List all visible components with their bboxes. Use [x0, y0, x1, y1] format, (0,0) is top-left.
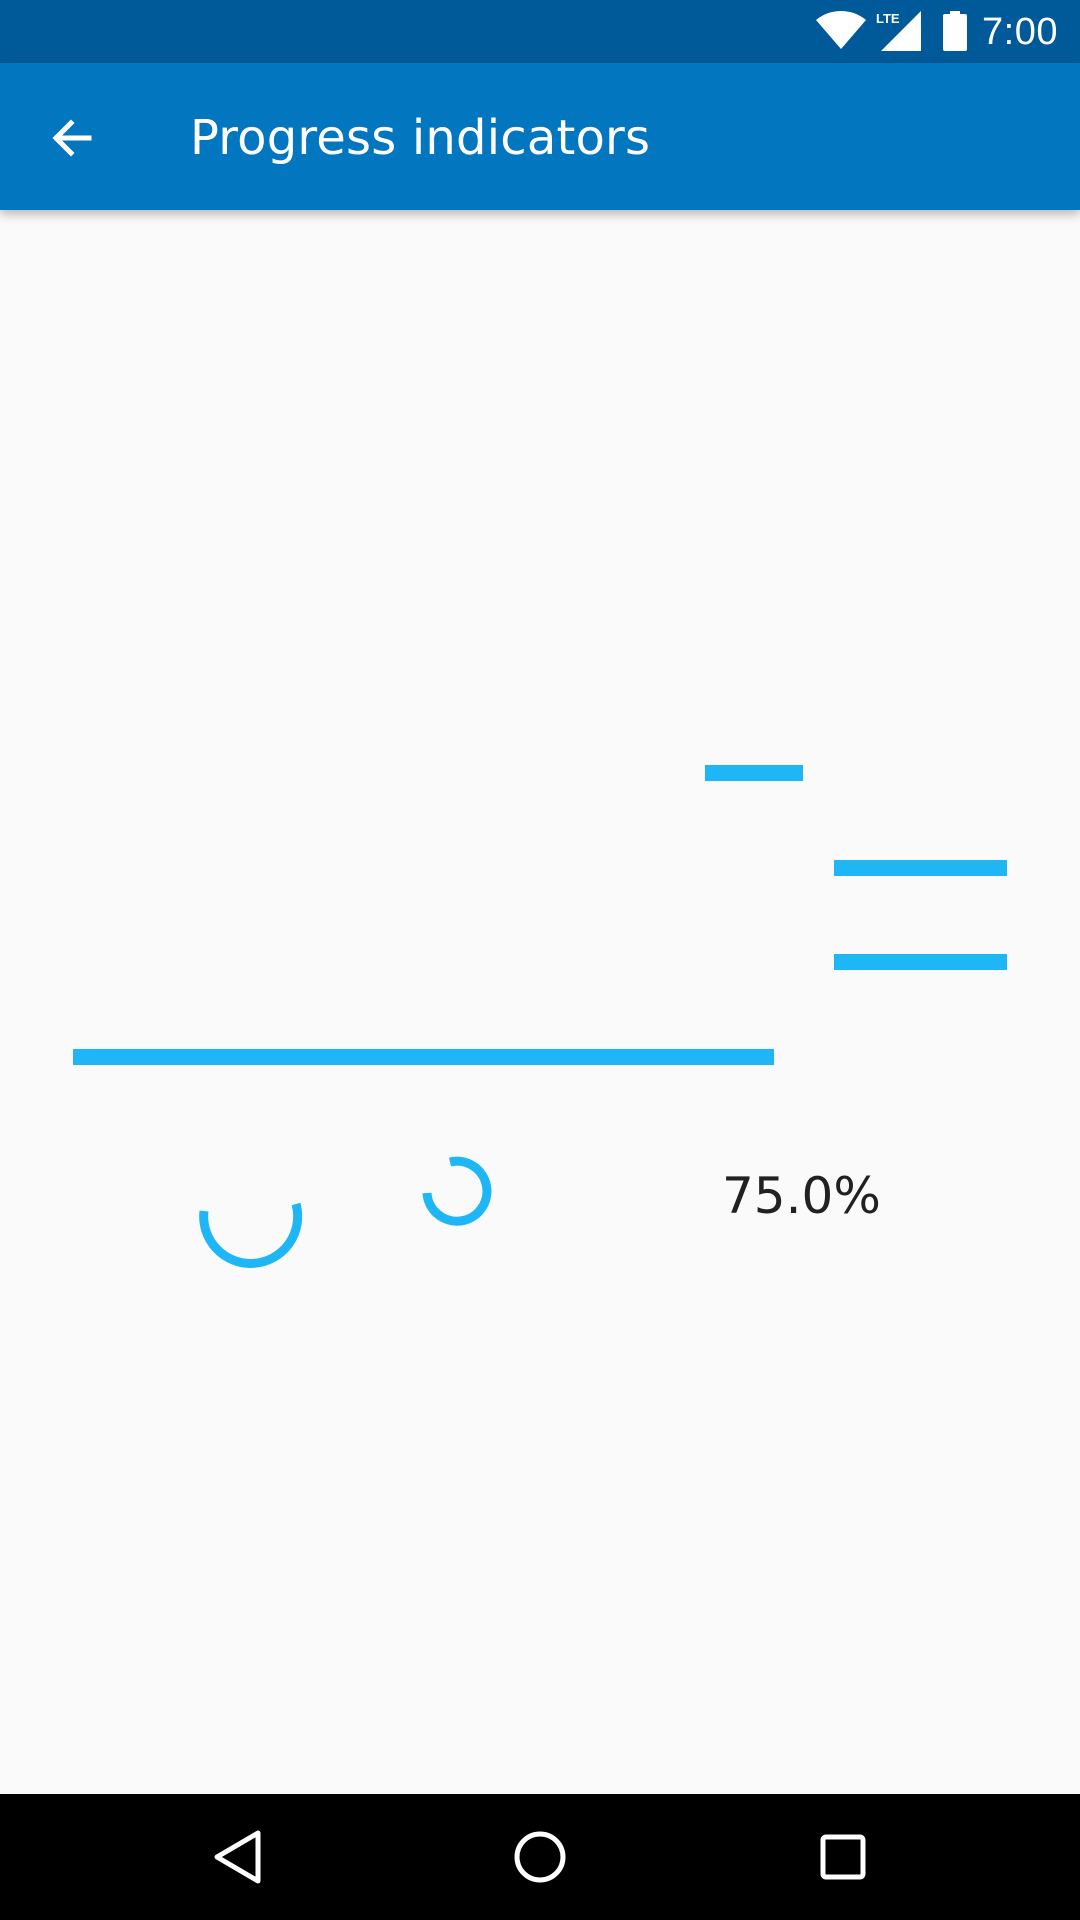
linear-progress-indicator — [834, 954, 1007, 970]
wifi-icon — [816, 11, 866, 49]
nav-back-button[interactable] — [204, 1824, 270, 1890]
linear-progress-indicator — [73, 1049, 774, 1065]
nav-recents-icon — [820, 1834, 866, 1880]
nav-recents-button[interactable] — [810, 1824, 876, 1890]
lte-label: LTE — [876, 11, 900, 26]
back-button[interactable] — [38, 103, 108, 173]
page-title: Progress indicators — [190, 110, 651, 166]
linear-progress-indicator — [705, 765, 803, 781]
arrow-back-icon — [52, 119, 92, 157]
circular-progress-indicator-small — [422, 1156, 492, 1226]
battery-icon — [943, 11, 967, 51]
linear-progress-indicator — [834, 860, 1007, 876]
status-time: 7:00 — [982, 11, 1058, 53]
nav-home-icon — [514, 1831, 566, 1883]
status-bar: LTE 7:00 — [0, 0, 1080, 63]
app-bar: Progress indicators — [0, 63, 1080, 210]
circular-progress-indicator-large — [199, 1202, 303, 1268]
progress-percent-text: 75.0% — [722, 1167, 881, 1225]
screen: LTE 7:00 Progress indicators 75.0% — [0, 0, 1080, 1920]
nav-home-button[interactable] — [507, 1824, 573, 1890]
navigation-bar — [0, 1794, 1080, 1920]
nav-back-icon — [214, 1830, 261, 1884]
lte-signal-icon: LTE — [876, 11, 921, 51]
